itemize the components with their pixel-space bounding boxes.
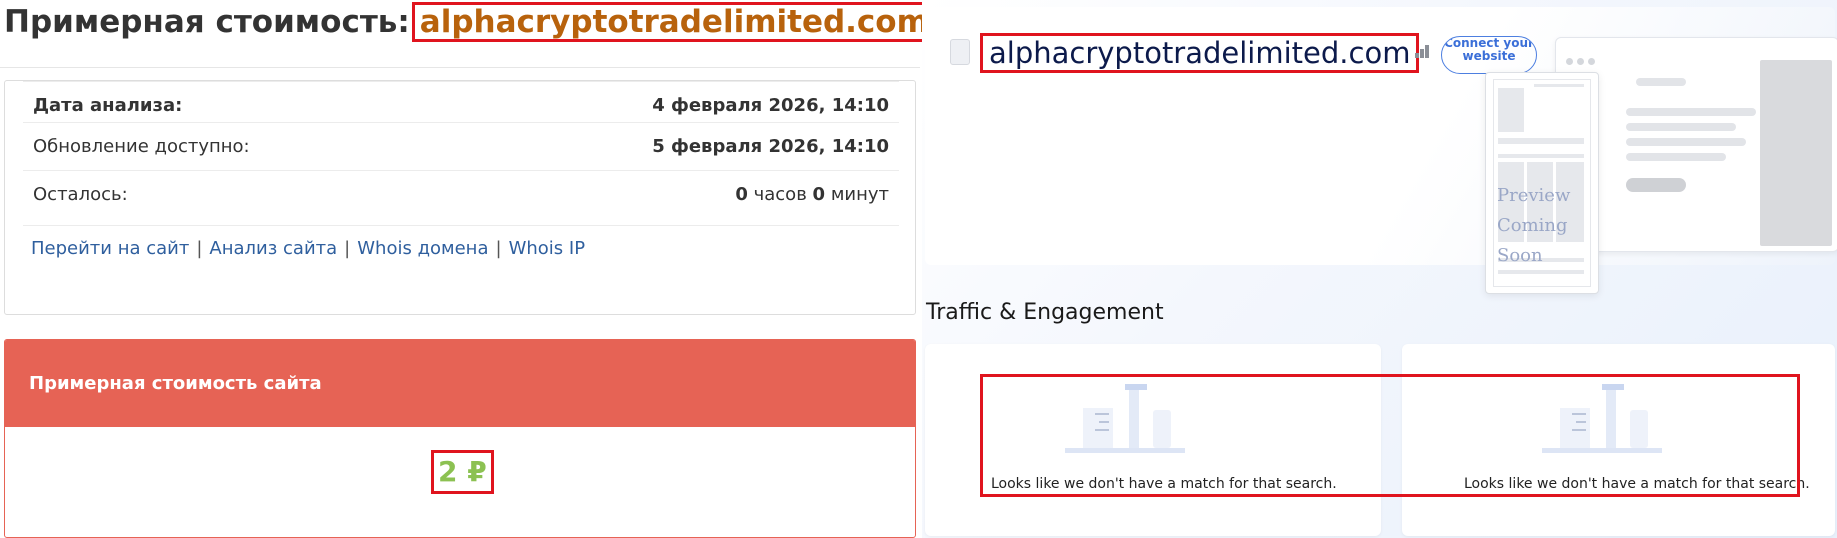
divider [23,225,899,226]
row-label: Осталось: [33,184,128,205]
site-domain: alphacryptotradelimited.com [980,33,1420,73]
preview-placeholder: Preview Coming Soon [1485,72,1599,294]
connect-website-label: Connect your website [1444,36,1534,63]
divider [0,67,920,68]
preview-line1: Preview [1497,185,1571,206]
highlight-box [980,374,1800,497]
site-links: Перейти на сайт | Анализ сайта | Whois домен… [31,238,585,259]
minutes-value: 0 [812,184,826,205]
favicon-icon [950,39,970,65]
connect-website-button[interactable]: Connect your website [1441,36,1537,74]
traffic-engagement-title: Traffic & Engagement [926,300,1164,325]
row-update-available: Обновление доступно: 5 февраля 2026, 14:… [23,122,899,170]
link-site-analysis[interactable]: Анализ сайта [209,238,337,259]
signal-bars-icon [1415,45,1429,58]
left-panel: Примерная стоимость: alphacryptotradelim… [0,0,937,538]
window-dots-icon [1566,50,1599,69]
preview-text: Preview Coming Soon [1497,181,1598,271]
site-cost-value: 2 ₽ [431,450,494,494]
site-overview-card: alphacryptotradelimited.com Connect your… [925,7,1837,294]
row-label: Дата анализа: [33,95,183,116]
preview-sidebar [1760,60,1832,246]
preview-line2: Coming Soon [1497,215,1568,266]
row-label: Обновление доступно: [33,136,250,157]
row-value: 0 часов 0 минут [735,184,889,205]
page-title: Примерная стоимость: alphacryptotradelim… [4,2,937,42]
link-go-to-site[interactable]: Перейти на сайт [31,238,189,259]
row-value: 5 февраля 2026, 14:10 [652,136,889,157]
hours-unit: часов [753,184,807,205]
title-prefix: Примерная стоимость: [4,4,410,40]
link-whois-domain[interactable]: Whois домена [357,238,488,259]
link-whois-ip[interactable]: Whois IP [509,238,585,259]
row-value: 4 февраля 2026, 14:10 [652,95,889,116]
analysis-info-card: Дата анализа: 4 февраля 2026, 14:10 Обно… [4,80,916,315]
site-cost-header: Примерная стоимость сайта [5,340,915,427]
link-separator: | [196,238,203,259]
link-separator: | [344,238,351,259]
link-separator: | [495,238,502,259]
site-cost-card: Примерная стоимость сайта 2 ₽ [4,339,916,538]
hours-value: 0 [735,184,748,205]
title-domain: alphacryptotradelimited.com [411,2,937,42]
row-remaining: Осталось: 0 часов 0 минут [23,170,899,218]
minutes-unit: минут [830,184,889,205]
